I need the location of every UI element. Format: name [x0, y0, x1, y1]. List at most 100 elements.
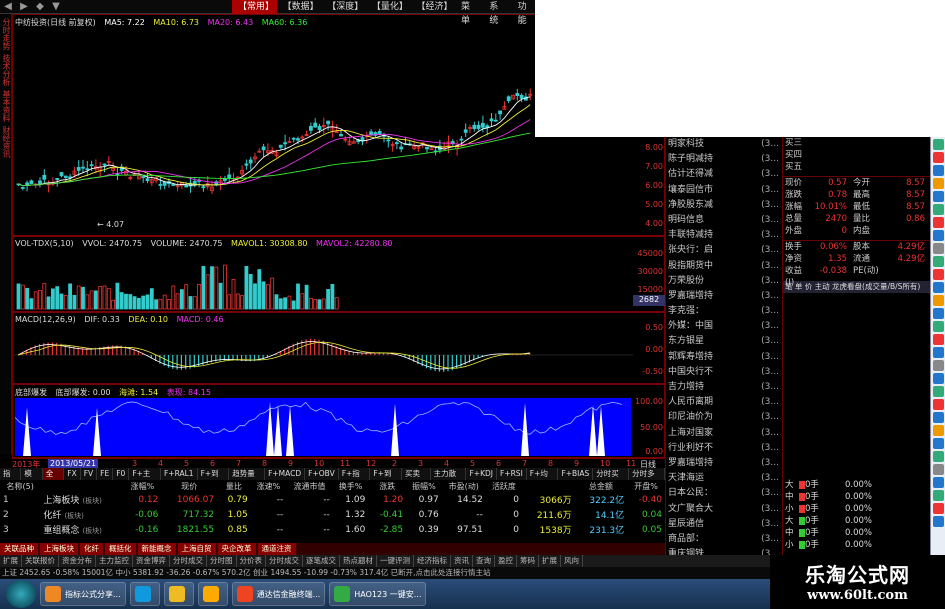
indicator-tab[interactable]: F+KDJ	[466, 468, 497, 480]
board-header[interactable]: 流通市值	[286, 480, 332, 492]
news-item[interactable]: 人民币离期 (3...	[666, 395, 781, 410]
news-item[interactable]: 天津海运 (3...	[666, 471, 781, 486]
tool-icon[interactable]	[933, 139, 944, 150]
tool-icon[interactable]	[933, 282, 944, 293]
indicator-panel[interactable]: 底部爆发 底部爆发: 0.00 海滩: 1.54 表现: 84.15 100.0…	[12, 384, 665, 458]
indicator-tab[interactable]: FE	[97, 468, 114, 480]
tool-icon[interactable]	[933, 269, 944, 280]
tool-icon[interactable]	[933, 243, 944, 254]
menu-quant[interactable]: 【量化】	[366, 0, 411, 14]
sector-tab[interactable]: 上海板块	[40, 543, 78, 555]
board-header[interactable]: 振幅%	[406, 480, 442, 492]
news-item[interactable]: 万荣股份 (3...	[666, 274, 781, 289]
tool-icon[interactable]	[933, 412, 944, 423]
tool-icon[interactable]	[933, 230, 944, 241]
sector-tab[interactable]: 央企改革	[217, 543, 256, 555]
function-button[interactable]: 风向	[561, 555, 583, 567]
function-button[interactable]: 筹码	[517, 555, 539, 567]
function-button[interactable]: 一键评测	[377, 555, 414, 567]
function-button[interactable]: 扩展	[539, 555, 561, 567]
menu-economy[interactable]: 【经济】	[410, 0, 455, 14]
side-tab-fundamental[interactable]: 基本资料	[1, 90, 12, 122]
sector-tab[interactable]: 关联品种	[0, 543, 38, 555]
news-item[interactable]: 文广聚合大 (3...	[666, 502, 781, 517]
tool-icon[interactable]	[933, 490, 944, 501]
indicator-tab[interactable]: F+均线	[527, 468, 559, 490]
news-item[interactable]: 外媒：中国 (3...	[666, 319, 781, 334]
tool-icon[interactable]	[933, 360, 944, 371]
indicator-tab[interactable]: FV	[81, 468, 98, 480]
tool-icon[interactable]	[933, 451, 944, 462]
menu-data[interactable]: 【数据】	[277, 0, 322, 14]
indicator-tab[interactable]: F+主图	[129, 468, 161, 490]
taskbar-item[interactable]: 通达信金融终端...	[231, 582, 326, 606]
news-item[interactable]: 净胶股东减 (3...	[666, 198, 781, 213]
indicator-tab[interactable]: F+RAL1	[161, 468, 198, 480]
taskbar-item[interactable]: 指标公式分享...	[40, 582, 126, 606]
news-item[interactable]: 壤泰园信市 (3...	[666, 183, 781, 198]
function-button[interactable]: 主力监控	[96, 555, 133, 567]
indicator-tab[interactable]: 指标	[0, 468, 22, 490]
indicator-tab[interactable]: 模板	[21, 468, 43, 490]
tool-icon[interactable]	[933, 425, 944, 436]
sector-tab[interactable]: 通道注资	[257, 543, 296, 555]
news-item[interactable]: 印尼油价为 (3...	[666, 410, 781, 425]
quote-tabs[interactable]: 笔 单 价 主动 龙虎看盘(成交量/B/S所有)	[783, 281, 930, 293]
board-header[interactable]: 量比	[217, 480, 251, 492]
indicator-tab[interactable]: F+指数	[339, 468, 371, 490]
tool-icon[interactable]	[933, 165, 944, 176]
tool-icon[interactable]	[933, 295, 944, 306]
forward-icon[interactable]: ▶	[16, 1, 32, 12]
tool-icon[interactable]	[933, 516, 944, 527]
taskbar-item[interactable]: HAO123 一键安...	[329, 582, 427, 606]
menu-system[interactable]: 系统	[483, 0, 511, 26]
menu-menu[interactable]: 菜单	[455, 0, 483, 26]
news-item[interactable]: 中国央行不 (3...	[666, 365, 781, 380]
function-button[interactable]: 分时图	[207, 555, 237, 567]
function-button[interactable]: 逐笔成交	[303, 555, 340, 567]
menu-common[interactable]: 【常用】	[232, 0, 277, 14]
board-row[interactable]: 3 重组概念 (板块) -0.16 1821.55 0.85 -- -- 1.60 -2.85 0.…	[0, 522, 665, 537]
news-item[interactable]: 李克强： (3...	[666, 304, 781, 319]
board-header[interactable]	[522, 480, 575, 492]
sector-tab[interactable]: 上海自贸	[177, 543, 216, 555]
tool-icon[interactable]	[933, 373, 944, 384]
menu-depth[interactable]: 【深度】	[321, 0, 366, 14]
news-item[interactable]: 陈子明减持 (3...	[666, 152, 781, 167]
indicator-tab[interactable]: F+BIAS	[558, 468, 594, 480]
tool-icon[interactable]	[933, 217, 944, 228]
tool-icon[interactable]	[933, 204, 944, 215]
side-tab-news[interactable]: 财经资讯	[1, 126, 12, 158]
news-item[interactable]: 股指期货中 (3...	[666, 259, 781, 274]
function-button[interactable]: 资讯	[451, 555, 473, 567]
volume-panel[interactable]: VOL-TDX(5,10) VVOL: 2470.75 VOLUME: 2470…	[12, 236, 665, 312]
start-button[interactable]	[6, 580, 36, 608]
tool-icon[interactable]	[933, 321, 944, 332]
tool-icon[interactable]	[933, 347, 944, 358]
function-button[interactable]: 经济指标	[414, 555, 451, 567]
function-button[interactable]: 扩展	[0, 555, 22, 567]
news-item[interactable]: 东方银星 (3...	[666, 334, 781, 349]
news-item[interactable]: 丰联特减持 (3...	[666, 228, 781, 243]
indicator-tab[interactable]: 买卖点	[402, 468, 431, 490]
function-button[interactable]: 盈控	[495, 555, 517, 567]
board-header[interactable]: 名称(5)	[0, 480, 40, 492]
macd-panel[interactable]: MACD(12,26,9) DIF: 0.33 DEA: 0.10 MACD: …	[12, 312, 665, 384]
board-header[interactable]: 涨幅%	[124, 480, 162, 492]
tool-icon[interactable]	[933, 191, 944, 202]
sector-tab[interactable]: 化纤	[80, 543, 103, 555]
function-button[interactable]: 关联报价	[22, 555, 59, 567]
function-button[interactable]: 热点题材	[340, 555, 377, 567]
news-item[interactable]: 吉力增持 (3...	[666, 380, 781, 395]
indicator-tab[interactable]: F+MACD	[265, 468, 306, 480]
indicator-tab[interactable]: F+到图	[370, 468, 402, 490]
board-header[interactable]: 涨速%	[251, 480, 287, 492]
board-row[interactable]: 2 化纤 (板块) -0.06 717.32 1.05 -- -- 1.32 -0.41 0.76 -…	[0, 507, 665, 522]
indicator-tab[interactable]: 分时多空	[629, 468, 666, 490]
indicator-tab[interactable]: FX	[64, 468, 81, 480]
indicator-tab[interactable]: 趋势量线	[229, 468, 266, 490]
news-item[interactable]: 行业利好不 (3...	[666, 441, 781, 456]
sector-tab[interactable]: 新能概念	[137, 543, 176, 555]
news-item[interactable]: 日本公民： (3...	[666, 486, 781, 501]
indicator-tab[interactable]: F+RSI	[497, 468, 527, 480]
